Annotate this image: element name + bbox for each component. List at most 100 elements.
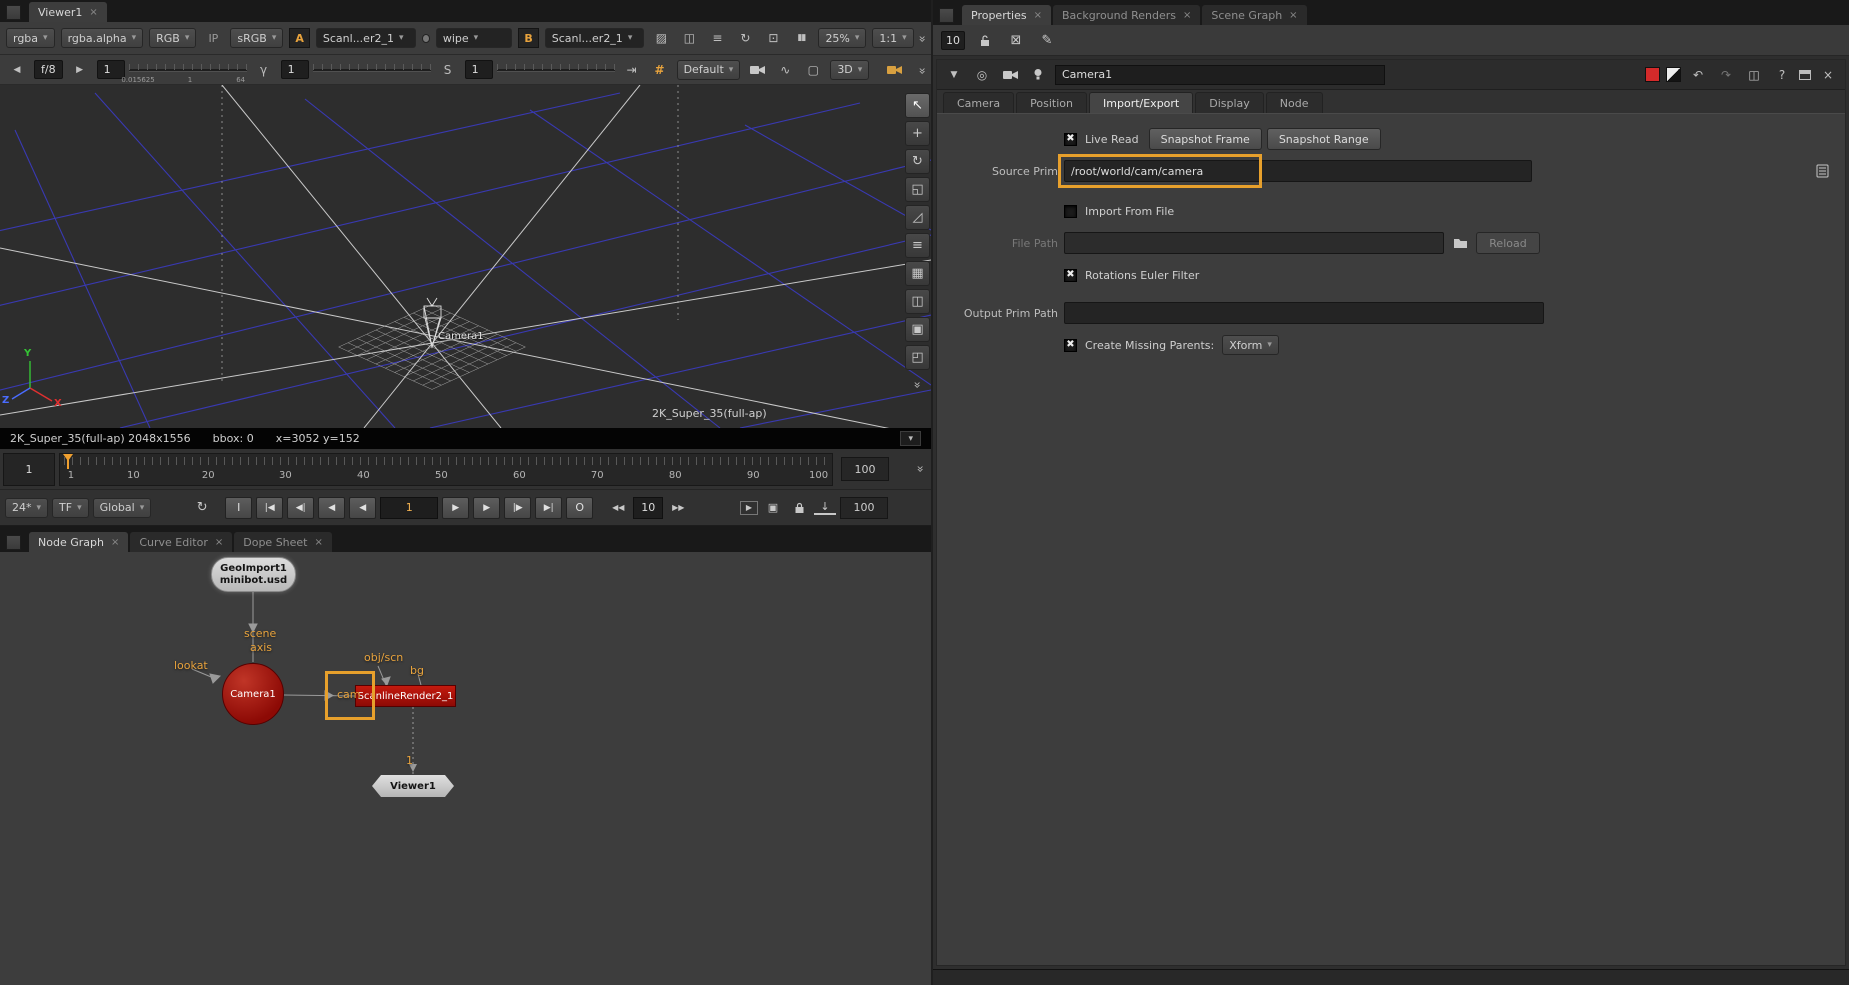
camera-icon[interactable] [999, 65, 1021, 85]
light-icon[interactable] [1027, 65, 1049, 85]
tab-properties[interactable]: Properties × [962, 5, 1051, 25]
tab-dope-sheet[interactable]: Dope Sheet × [234, 532, 332, 552]
max-panels-field[interactable]: 10 [941, 31, 965, 50]
monitor-out-icon[interactable]: ▣ [762, 499, 784, 517]
translate-tool-icon[interactable]: + [905, 121, 930, 146]
lut-dropdown[interactable]: Default▾ [677, 60, 741, 80]
loop-mode-icon[interactable]: ↻ [191, 499, 213, 517]
frame-step-field[interactable]: 10 [633, 497, 663, 519]
tab-scene-graph[interactable]: Scene Graph × [1202, 5, 1306, 25]
xform-dropdown[interactable]: Xform ▾ [1222, 335, 1279, 355]
tab-node[interactable]: Node [1266, 92, 1323, 113]
tab-import-export[interactable]: Import/Export [1089, 92, 1193, 113]
input-a-dropdown[interactable]: Scanl...er2_1▾ [316, 28, 416, 48]
output-prim-field[interactable] [1064, 302, 1544, 324]
lock-panels-icon[interactable] [974, 30, 996, 50]
viewport-3d[interactable]: Camera1 2K_Super_35(full-ap) Y X Z ↖ + ↻… [0, 85, 931, 428]
timeline-ruler[interactable]: 1 10 20 30 40 50 60 70 80 90 100 [59, 453, 833, 486]
tab-node-graph[interactable]: Node Graph × [29, 532, 128, 552]
stack-view-icon[interactable]: ◫ [678, 28, 700, 48]
playback-range-end[interactable]: 100 [840, 497, 888, 519]
import-from-file-checkbox[interactable]: Import From File [1064, 205, 1174, 218]
tab-position[interactable]: Position [1016, 92, 1087, 113]
float-panel-icon[interactable] [1799, 70, 1811, 80]
next-keyframe-button[interactable]: |▶ [504, 497, 531, 519]
close-icon[interactable]: × [1289, 10, 1297, 21]
fps-dropdown[interactable]: 24*▾ [5, 498, 48, 518]
more-tools-icon[interactable]: » [911, 381, 925, 386]
render-camera-icon[interactable] [883, 60, 905, 80]
collapse-pan-icon[interactable]: ▼ [943, 65, 965, 85]
step-forward-button[interactable]: ▶ [473, 497, 500, 519]
gain-slider[interactable]: 0.015625 1 64 [129, 63, 247, 77]
goto-start-button[interactable]: |◀ [256, 497, 283, 519]
grid-layout-icon[interactable]: ▦ [905, 261, 930, 286]
layer-dropdown[interactable]: rgba▾ [6, 28, 55, 48]
input-process-icon[interactable]: ⇥ [621, 60, 643, 80]
roi-icon[interactable]: ⊡ [762, 28, 784, 48]
clear-panels-icon[interactable]: ⊠ [1005, 30, 1027, 50]
rotations-euler-checkbox[interactable]: ✖ Rotations Euler Filter [1064, 269, 1199, 282]
saturation-slider[interactable] [497, 63, 615, 77]
timeline-range-end[interactable]: 100 [841, 457, 889, 481]
playhead[interactable] [67, 455, 69, 469]
close-icon[interactable]: × [111, 537, 119, 548]
wipe-dropdown[interactable]: wipe▾ [436, 28, 513, 48]
layer-list-icon[interactable]: ≡ [706, 28, 728, 48]
undo-icon[interactable]: ↶ [1687, 65, 1709, 85]
play-forward-button[interactable]: ▶ [442, 497, 469, 519]
redo-icon[interactable]: ↷ [1715, 65, 1737, 85]
saturation-value[interactable]: 1 [465, 60, 493, 79]
proxy-dropdown[interactable]: 1:1▾ [872, 28, 913, 48]
close-icon[interactable]: × [315, 537, 323, 548]
snapshot-range-button[interactable]: Snapshot Range [1267, 128, 1381, 150]
fstop-value[interactable]: f/8 [34, 60, 63, 79]
edit-node-icon[interactable]: ✎ [1036, 30, 1058, 50]
refresh-icon[interactable]: ↻ [734, 28, 756, 48]
create-missing-checkbox[interactable]: ✖ Create Missing Parents: [1064, 339, 1214, 352]
pane-menu-icon[interactable] [6, 535, 21, 550]
lock-range-icon[interactable] [788, 499, 810, 517]
snapshot-frame-button[interactable]: Snapshot Frame [1149, 128, 1262, 150]
step-back-button[interactable]: ◀ [318, 497, 345, 519]
close-icon[interactable]: × [1034, 10, 1042, 21]
node-scanlinerender[interactable]: ScanlineRender2_1 [355, 685, 456, 707]
close-icon[interactable]: × [89, 7, 97, 18]
skew-tool-icon[interactable]: ◿ [905, 205, 930, 230]
tab-viewer1[interactable]: Viewer1 × [29, 2, 107, 22]
timeline-current-frame[interactable]: 1 [3, 453, 55, 486]
node-name-field[interactable] [1055, 65, 1385, 85]
goto-end-button[interactable]: ▶| [535, 497, 562, 519]
frame-decrement-icon[interactable]: ◀◀ [607, 499, 629, 517]
input-process-toggle[interactable]: IP [202, 28, 224, 48]
file-path-field[interactable] [1064, 232, 1444, 254]
gl-color-swatch[interactable] [1666, 67, 1681, 82]
quad-view-icon[interactable]: ◰ [905, 345, 930, 370]
pause-icon[interactable]: ▮▮ [790, 28, 812, 48]
tf-dropdown[interactable]: TF▾ [52, 498, 89, 518]
rows-layout-icon[interactable]: ≡ [905, 233, 930, 258]
wipe-checker-icon[interactable]: ▨ [650, 28, 672, 48]
marquee-icon[interactable]: ▢ [802, 60, 824, 80]
close-icon[interactable]: × [1183, 10, 1191, 21]
node-viewer1[interactable]: Viewer1 [372, 775, 454, 797]
tab-curve-editor[interactable]: Curve Editor × [130, 532, 232, 552]
snap-grid-icon[interactable]: # [649, 60, 671, 80]
frame-increment-icon[interactable]: ▶▶ [667, 499, 689, 517]
set-in-button[interactable]: I [225, 497, 252, 519]
range-mode-dropdown[interactable]: Global▾ [93, 498, 152, 518]
close-panel-icon[interactable]: × [1817, 65, 1839, 85]
nodegraph-canvas[interactable]: GeoImport1 minibot.usd Camera1 ScanlineR… [0, 552, 931, 985]
channels-dropdown[interactable]: RGB▾ [149, 28, 196, 48]
folder-browse-icon[interactable] [1449, 233, 1471, 253]
pane-menu-icon[interactable] [939, 8, 954, 23]
source-prim-field[interactable] [1064, 160, 1532, 182]
next-stop-icon[interactable]: ▶ [69, 60, 91, 80]
set-out-button[interactable]: O [566, 497, 593, 519]
tab-display[interactable]: Display [1195, 92, 1264, 113]
copy-panel-icon[interactable]: ◫ [1743, 65, 1765, 85]
curve-tool-icon[interactable]: ∿ [774, 60, 796, 80]
input-b-dropdown[interactable]: Scanl...er2_1▾ [545, 28, 645, 48]
more-tools-icon[interactable]: » [915, 67, 929, 72]
node-camera1[interactable]: Camera1 [222, 663, 284, 725]
